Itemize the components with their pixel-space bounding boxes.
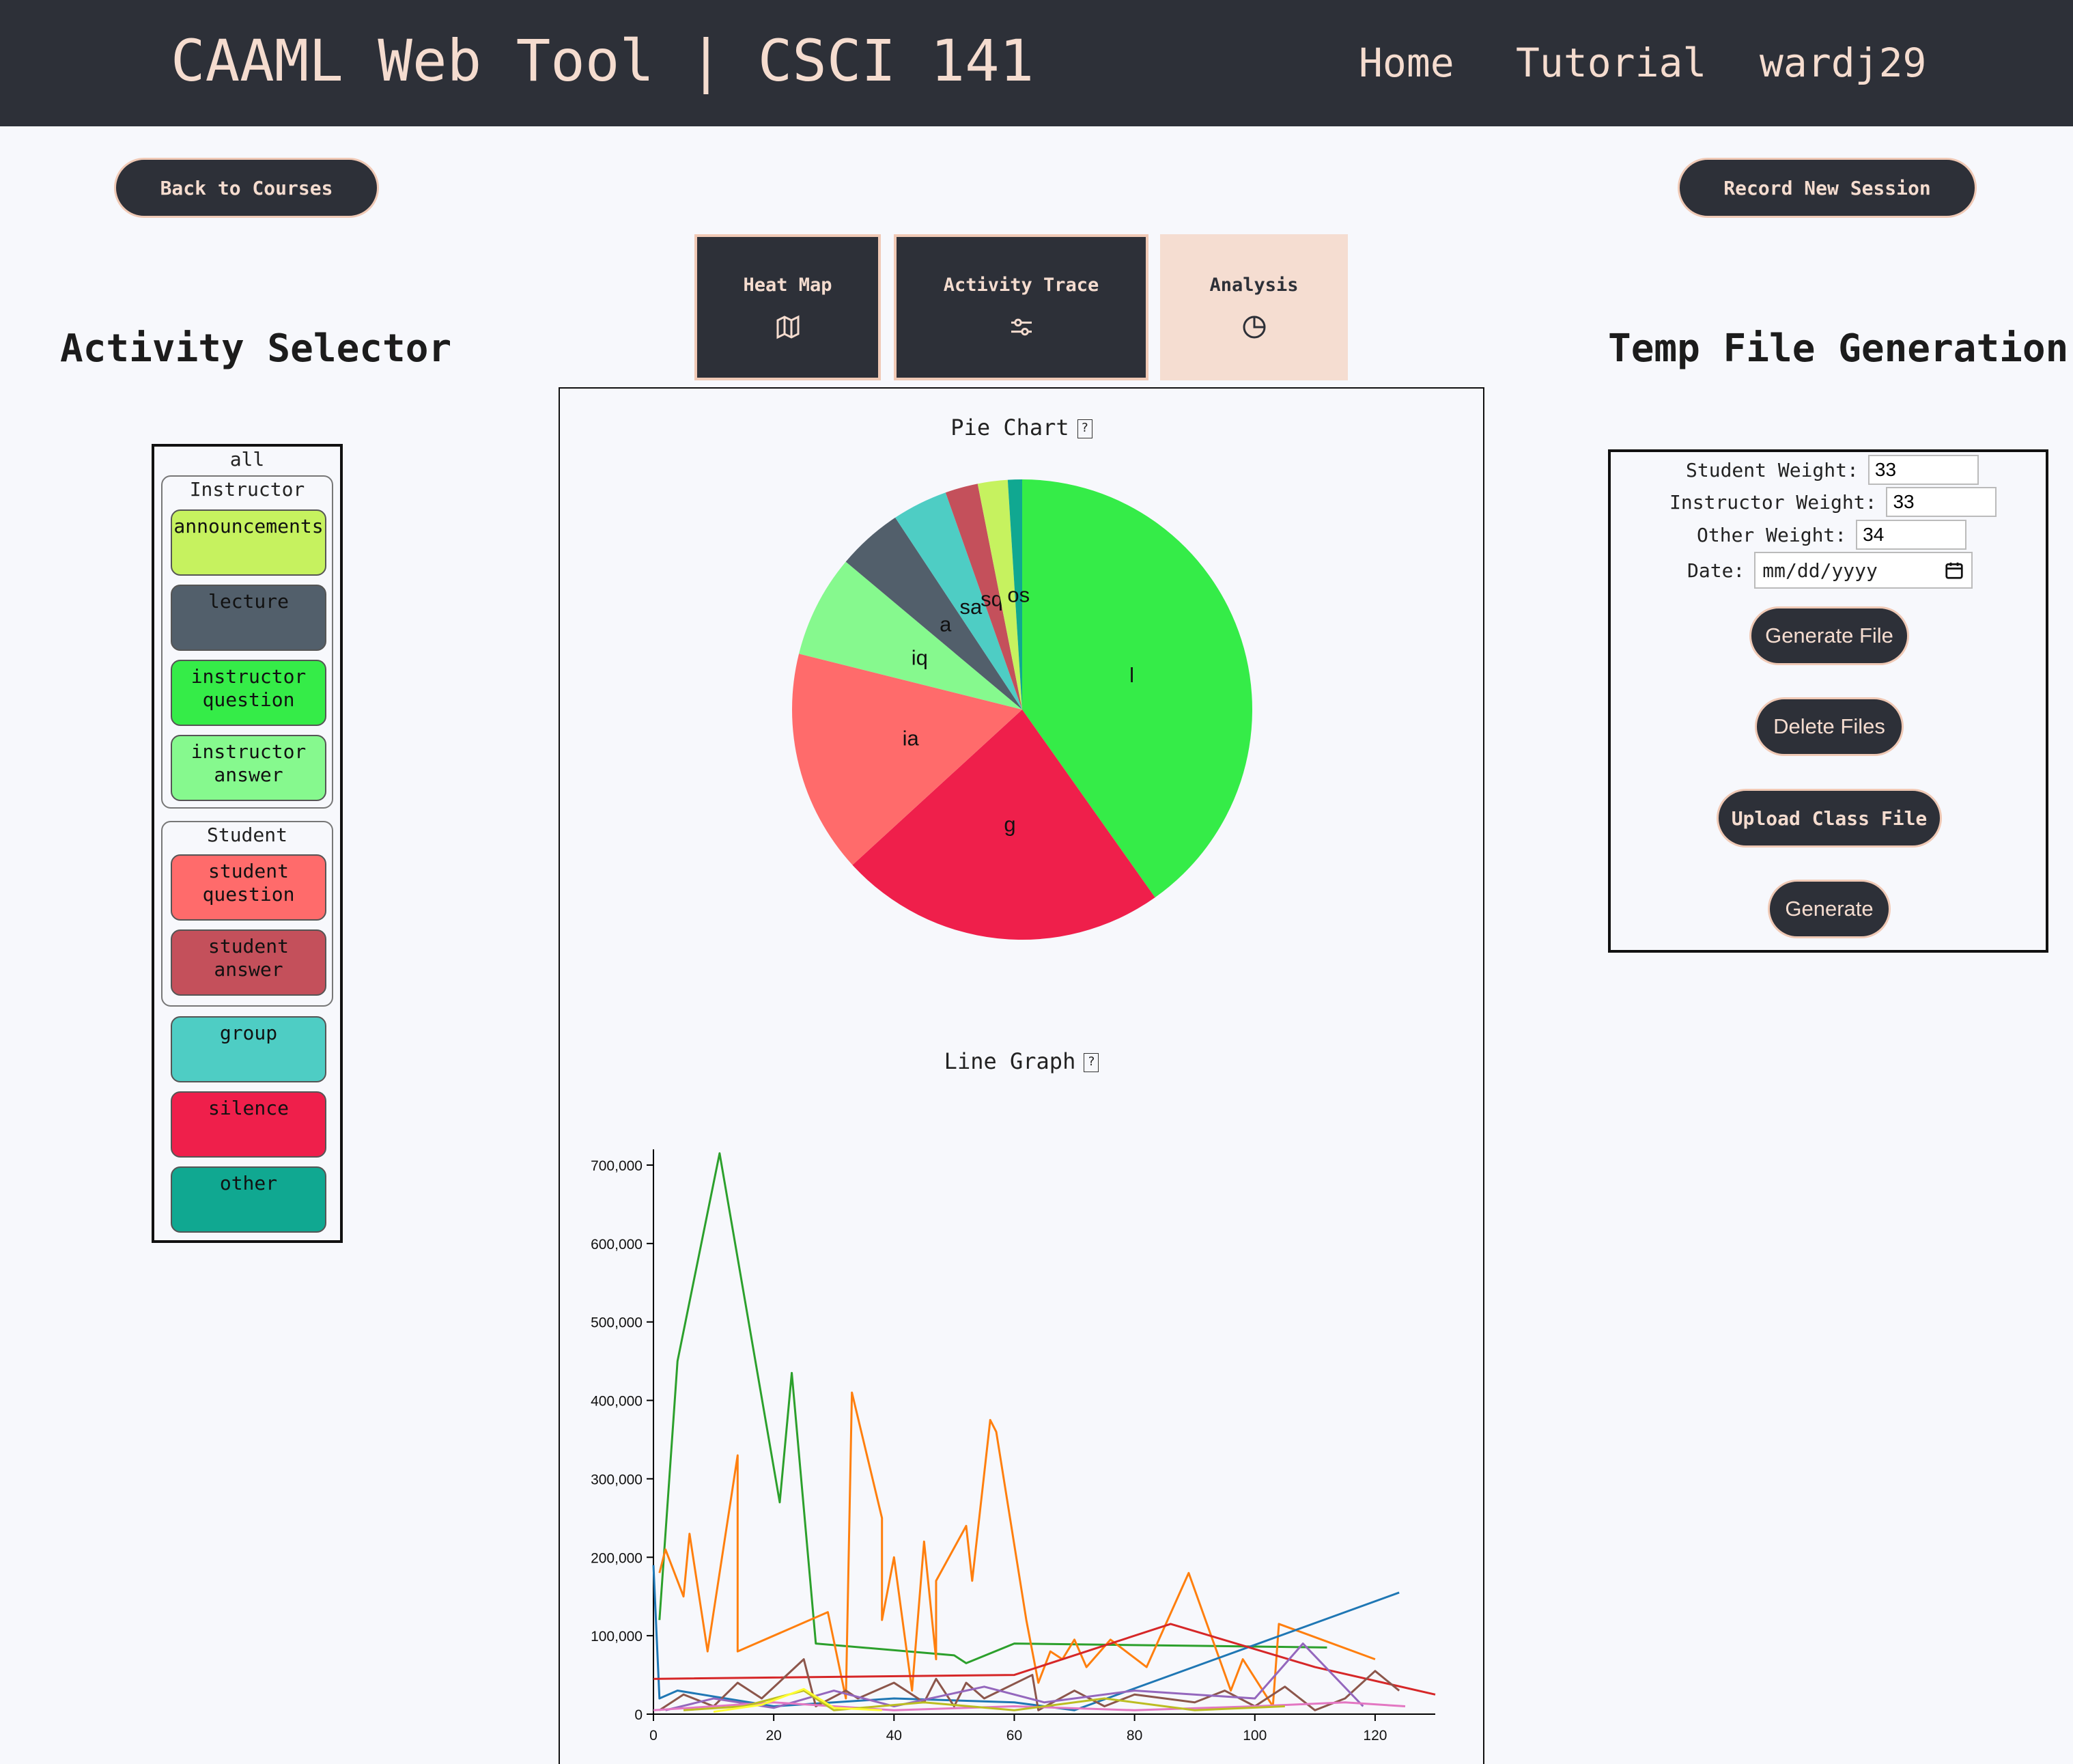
tab-activity-trace-label: Activity Trace <box>943 274 1099 296</box>
tab-heat-map[interactable]: Heat Map <box>694 234 881 380</box>
x-tick-label: 80 <box>1127 1728 1142 1744</box>
pie-label: sa <box>960 595 983 619</box>
date-placeholder: mm/dd/yyyy <box>1762 559 1878 582</box>
activity-silence[interactable]: silence <box>171 1091 326 1158</box>
select-all-activities[interactable]: all <box>154 448 340 471</box>
instructor-weight-input[interactable] <box>1886 487 1997 517</box>
y-tick-label: 300,000 <box>591 1472 643 1487</box>
student-group-label[interactable]: Student <box>163 824 332 846</box>
student-weight-input[interactable] <box>1867 455 1979 485</box>
y-tick-label: 700,000 <box>591 1158 643 1174</box>
date-row: Date: mm/dd/yyyy <box>1687 552 1973 589</box>
activity-selector-title: Activity Selector <box>60 326 452 371</box>
y-tick-label: 400,000 <box>591 1394 643 1410</box>
activity-announcements[interactable]: announcements <box>171 509 326 576</box>
date-label: Date: <box>1687 559 1745 582</box>
instructor-weight-row: Instructor Weight: <box>1669 487 1997 517</box>
activity-lecture[interactable]: lecture <box>171 585 326 651</box>
activity-group[interactable]: group <box>171 1016 326 1082</box>
pie-icon <box>1243 316 1265 338</box>
record-new-session-button[interactable]: Record New Session <box>1678 158 1977 218</box>
x-tick-label: 0 <box>649 1728 658 1744</box>
sliders-icon <box>1011 318 1032 335</box>
line-graph: 0 20 40 60 80 100 120 0 100,000 200,000 300,000 400… <box>591 1149 1436 1744</box>
line-series-1 <box>658 1391 1376 1708</box>
pie-chart-heading: Pie Chart? <box>560 415 1483 440</box>
y-tick-label: 0 <box>634 1707 643 1723</box>
other-weight-label: Other Weight: <box>1697 523 1847 546</box>
tab-analysis[interactable]: Analysis <box>1160 234 1348 380</box>
activity-student-answer[interactable]: student answer <box>171 929 326 996</box>
student-weight-label: Student Weight: <box>1686 458 1859 481</box>
line-help-icon[interactable]: ? <box>1084 1053 1099 1072</box>
pie-label: iq <box>912 646 928 670</box>
delete-files-button[interactable]: Delete Files <box>1755 697 1904 756</box>
calendar-icon[interactable] <box>1944 560 1964 580</box>
temp-file-generation-title: Temp File Generation <box>1608 326 2069 371</box>
y-tick-label: 600,000 <box>591 1237 643 1252</box>
map-icon <box>776 315 799 339</box>
upload-class-file-button[interactable]: Upload Class File <box>1717 789 1942 848</box>
y-tick-label: 100,000 <box>591 1629 643 1644</box>
x-tick-label: 20 <box>765 1728 781 1744</box>
pie-help-icon[interactable]: ? <box>1077 419 1092 438</box>
y-tick-label: 200,000 <box>591 1550 643 1566</box>
tab-activity-trace[interactable]: Activity Trace <box>894 234 1148 380</box>
nav-home-link[interactable]: Home <box>1359 40 1454 86</box>
x-tick-label: 40 <box>886 1728 902 1744</box>
pie-label: os <box>1007 583 1030 607</box>
x-tick-label: 100 <box>1243 1728 1267 1744</box>
pie-chart-title: Pie Chart <box>950 415 1069 440</box>
tab-analysis-label: Analysis <box>1209 274 1299 296</box>
generate-button[interactable]: Generate <box>1768 880 1891 938</box>
pie-chart: lgiaiqasasq os <box>792 479 1252 940</box>
student-weight-row: Student Weight: <box>1686 455 1979 485</box>
date-input[interactable]: mm/dd/yyyy <box>1754 552 1973 589</box>
activity-other[interactable]: other <box>171 1166 326 1233</box>
nav-tutorial-link[interactable]: Tutorial <box>1516 40 1706 86</box>
pie-label: ia <box>903 726 920 750</box>
back-to-courses-button[interactable]: Back to Courses <box>114 158 379 218</box>
x-tick-label: 60 <box>1006 1728 1022 1744</box>
top-navbar: CAAML Web Tool | CSCI 141 Home Tutorial … <box>0 0 2073 126</box>
line-graph-title: Line Graph <box>944 1048 1076 1074</box>
y-tick-label: 500,000 <box>591 1315 643 1331</box>
other-weight-input[interactable] <box>1856 520 1967 550</box>
nav-user-link[interactable]: wardj29 <box>1760 40 1926 86</box>
activity-instructor-answer[interactable]: instructor answer <box>171 735 326 801</box>
pie-label: g <box>1004 813 1015 837</box>
app-brand[interactable]: CAAML Web Tool | CSCI 141 <box>171 27 1034 94</box>
activity-instructor-question[interactable]: instructor question <box>171 660 326 726</box>
generate-file-button[interactable]: Generate File <box>1749 606 1909 665</box>
pie-label: a <box>940 612 952 636</box>
activity-student-question[interactable]: student question <box>171 854 326 921</box>
line-series-0 <box>658 1152 1327 1664</box>
line-graph-axes: 0 20 40 60 80 100 120 0 100,000 200,000 300,000 400… <box>591 1149 1435 1744</box>
pie-label: l <box>1129 663 1134 687</box>
instructor-weight-label: Instructor Weight: <box>1669 490 1877 514</box>
line-graph-heading: Line Graph? <box>560 1048 1483 1074</box>
other-weight-row: Other Weight: <box>1697 520 1967 550</box>
activity-selector-panel: all Instructor Student announcements lec… <box>152 444 343 1243</box>
x-tick-label: 120 <box>1363 1728 1387 1744</box>
tab-heat-map-label: Heat Map <box>743 274 832 296</box>
temp-file-panel: Student Weight: Instructor Weight: Other… <box>1608 449 2048 953</box>
analysis-panel: Pie Chart? l g ia iq a sa sq os Line Graph? 0 20… <box>559 387 1484 1764</box>
instructor-group-label[interactable]: Instructor <box>163 478 332 501</box>
